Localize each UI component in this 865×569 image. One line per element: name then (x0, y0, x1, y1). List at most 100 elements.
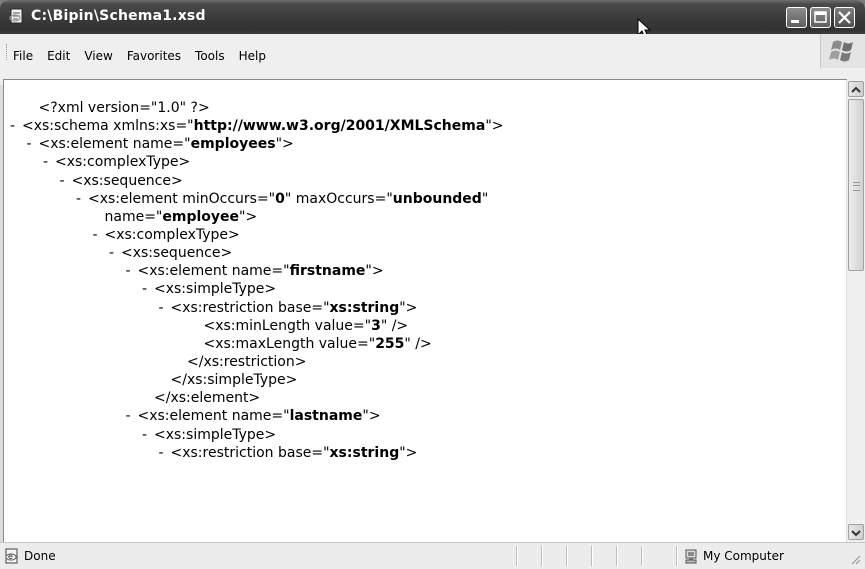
menu-item-tools[interactable]: Tools (195, 49, 225, 63)
xml-line: <xs:maxLength value="255" /> (4, 335, 503, 353)
xml-value: employee (162, 208, 240, 225)
scroll-down-button[interactable] (848, 524, 864, 540)
xml-markup: <xs:maxLength value=" (203, 335, 376, 352)
xml-markup: "> (365, 263, 384, 280)
maximize-icon (814, 11, 827, 23)
xml-markup: <xs:sequence> (71, 172, 183, 189)
xml-markup: <xs:simpleType> (154, 281, 277, 298)
toolbar-grip[interactable] (6, 44, 10, 60)
status-divider (676, 546, 678, 566)
xml-line: <xs:minLength value="3" /> (4, 317, 503, 335)
xml-markup: name=" (104, 208, 163, 225)
collapse-toggle[interactable]: - (126, 262, 138, 280)
status-divider (591, 546, 593, 566)
xml-markup: <xs:element minOccurs=" (88, 190, 276, 207)
xml-line: name="employee"> (4, 208, 503, 226)
menu-item-favorites[interactable]: Favorites (127, 49, 181, 63)
xml-markup: " /> (404, 335, 432, 352)
menu-item-help[interactable]: Help (239, 49, 266, 63)
xml-markup: </xs:simpleType> (170, 372, 298, 389)
collapse-toggle[interactable]: - (10, 117, 22, 135)
collapse-toggle[interactable]: - (60, 172, 72, 190)
xml-line: - <xs:element name="firstname"> (4, 262, 503, 280)
collapse-toggle[interactable]: - (159, 299, 171, 317)
collapse-toggle[interactable]: - (109, 244, 121, 262)
status-divider (566, 546, 568, 566)
collapse-toggle[interactable]: - (76, 190, 88, 208)
collapse-toggle[interactable]: - (126, 407, 138, 425)
xml-line: - <xs:sequence> (4, 244, 503, 262)
xml-markup: "> (399, 299, 418, 316)
document-content[interactable]: <?xml version="1.0" ?> - <xs:schema xmlns:… (3, 79, 847, 543)
xml-markup: "> (239, 208, 258, 225)
xml-line: </xs:simpleType> (4, 371, 503, 389)
security-zone-label: My Computer (703, 549, 784, 563)
title-bar[interactable]: C:\Bipin\Schema1.xsd (0, 0, 865, 39)
status-bar: e Done My Computer (0, 542, 865, 569)
collapse-toggle[interactable]: - (142, 280, 154, 298)
xml-line: <?xml version="1.0" ?> (4, 99, 503, 117)
xml-markup: <xs:simpleType> (154, 426, 277, 443)
status-divider (541, 546, 543, 566)
close-button[interactable] (834, 7, 855, 28)
xml-markup: <xs:complexType> (104, 226, 240, 243)
collapse-toggle[interactable]: - (43, 153, 55, 171)
xml-markup: <xs:element name=" (38, 136, 191, 153)
xml-markup: <xs:restriction base=" (170, 444, 330, 461)
window-title: C:\Bipin\Schema1.xsd (31, 8, 206, 24)
xml-markup: </xs:element> (154, 390, 261, 407)
menu-item-view[interactable]: View (84, 49, 112, 63)
xml-value: 255 (375, 335, 405, 352)
windows-logo-icon (820, 34, 865, 68)
xml-line: - <xs:complexType> (4, 153, 503, 171)
xml-markup: <xs:element name=" (137, 263, 290, 280)
resize-grip-icon[interactable] (849, 553, 861, 565)
menu-item-file[interactable]: File (13, 49, 33, 63)
xml-value: unbounded (392, 190, 482, 207)
xml-line: </xs:element> (4, 389, 503, 407)
minimize-button[interactable] (786, 7, 807, 28)
xml-value: lastname (289, 408, 363, 425)
status-divider (616, 546, 618, 566)
xml-markup: <xs:minLength value=" (203, 317, 372, 334)
xml-markup: <xs:sequence> (121, 245, 233, 262)
xml-value: xs:string (329, 444, 400, 461)
xml-line: - <xs:element minOccurs="0" maxOccurs="un… (4, 190, 503, 208)
collapse-toggle[interactable]: - (159, 444, 171, 462)
menu-bar: File Edit View Favorites Tools Help (0, 34, 865, 85)
collapse-toggle[interactable]: - (142, 426, 154, 444)
status-divider (641, 546, 643, 566)
maximize-button[interactable] (810, 7, 831, 28)
xml-line: - <xs:simpleType> (4, 280, 503, 298)
xml-markup: <xs:element name=" (137, 408, 290, 425)
menu-items: File Edit View Favorites Tools Help (13, 49, 280, 63)
minimize-icon (791, 20, 799, 23)
xml-line: - <xs:schema xmlns:xs="http://www.w3.org/… (4, 117, 503, 135)
xml-markup: "> (362, 408, 381, 425)
xml-tree: <?xml version="1.0" ?> - <xs:schema xmlns:… (4, 99, 503, 462)
xml-value: http://www.w3.org/2001/XMLSchema (193, 118, 486, 135)
vertical-scrollbar[interactable] (846, 80, 865, 542)
status-text: Done (24, 549, 56, 563)
collapse-toggle[interactable]: - (27, 135, 39, 153)
xml-markup: "> (399, 444, 418, 461)
xml-markup: <?xml version="1.0" ?> (38, 100, 210, 116)
xml-markup: <xs:schema xmlns:xs=" (22, 118, 194, 135)
xml-markup: "> (275, 136, 294, 153)
xml-value: 3 (371, 317, 381, 334)
scroll-up-button[interactable] (848, 81, 864, 97)
menu-item-edit[interactable]: Edit (47, 49, 70, 63)
xml-value: 0 (275, 190, 285, 207)
xml-markup: " /> (380, 317, 409, 334)
xml-markup: "> (485, 118, 504, 135)
xml-line: - <xs:complexType> (4, 226, 503, 244)
chevron-down-icon (851, 530, 861, 537)
xml-markup: " (481, 190, 489, 207)
xml-line: - <xs:restriction base="xs:string"> (4, 299, 503, 317)
ie-document-icon (9, 8, 25, 24)
xml-markup: </xs:restriction> (187, 353, 307, 370)
page-done-icon: e (4, 548, 20, 564)
xml-markup: " maxOccurs=" (284, 190, 393, 207)
scroll-thumb[interactable] (848, 99, 864, 271)
collapse-toggle[interactable]: - (93, 226, 105, 244)
